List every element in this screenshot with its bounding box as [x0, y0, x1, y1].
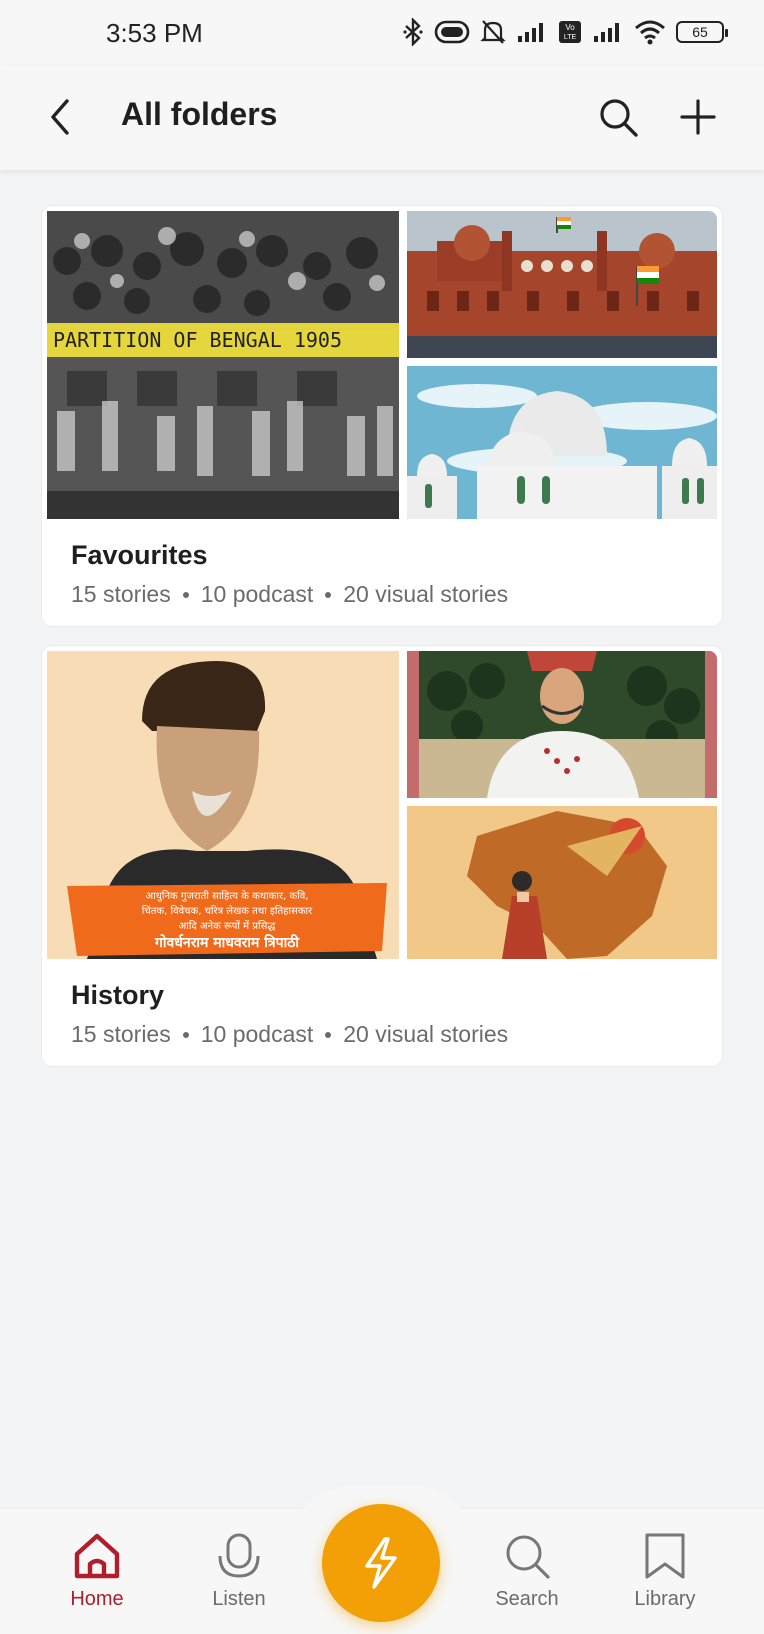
folder-title: History [71, 980, 165, 1010]
separator-dot [182, 591, 189, 598]
folder-stat-podcast: 10 podcast [200, 581, 314, 607]
chevron-left-icon [51, 99, 69, 135]
nav-item-search[interactable]: Search [472, 1532, 582, 1632]
folder-card-history[interactable]: आधुनिक गुजराती साहित्य के कथाकार, कवि, च… [42, 646, 722, 1066]
bookmark-icon [645, 1533, 685, 1579]
plus-icon [680, 99, 716, 135]
volte-icon: Vo LTE [559, 21, 581, 43]
status-time: 3:53 PM [106, 18, 203, 48]
battery-icon: 65 [676, 21, 728, 43]
status-bar: 3:53 PM Vo LTE 65 [0, 0, 764, 66]
folder-stat-visual-stories: 20 visual stories [343, 581, 509, 607]
separator-dot [325, 1031, 332, 1038]
thumbnail-mughal-painting [407, 651, 717, 798]
folder-stats: 15 stories 10 podcast 20 visual stories [71, 1021, 508, 1048]
thumbnail-caption: PARTITION OF BENGAL 1905 [53, 328, 342, 352]
nav-item-library[interactable]: Library [610, 1532, 720, 1632]
folder-stats: 15 stories 10 podcast 20 visual stories [71, 581, 508, 608]
quick-action-button[interactable] [322, 1504, 440, 1622]
signal-icon [518, 23, 543, 42]
svg-text:LTE: LTE [564, 34, 577, 41]
search-icon [506, 1535, 550, 1579]
mute-icon [480, 20, 506, 44]
nav-label-library: Library [634, 1588, 696, 1610]
folder-stat-podcast: 10 podcast [200, 1021, 314, 1047]
bluetooth-icon [403, 18, 423, 46]
folder-title: Favourites [71, 540, 208, 570]
nav-label-listen: Listen [212, 1588, 266, 1610]
battery-level: 65 [692, 24, 708, 40]
nav-label-home: Home [70, 1588, 124, 1610]
status-icons: Vo LTE 65 [402, 18, 728, 46]
separator-dot [182, 1031, 189, 1038]
add-folder-button[interactable] [674, 92, 722, 142]
folder-thumbnails: आधुनिक गुजराती साहित्य के कथाकार, कवि, च… [47, 651, 717, 959]
folder-stat-stories: 15 stories [71, 581, 171, 607]
thumbnail-red-fort [407, 211, 717, 358]
page-title: All folders [121, 96, 278, 132]
thumbnail-caption-line: चिंतक, विवेचक, चरित्र लेखक तथा इतिहासकार [142, 905, 313, 917]
search-button[interactable] [594, 92, 642, 142]
thumbnail-caption-line: आधुनिक गुजराती साहित्य के कथाकार, कवि, [146, 890, 309, 902]
signal-icon [594, 23, 619, 42]
folder-card-favourites[interactable]: PARTITION OF BENGAL 1905 Favourites 15 s… [42, 206, 722, 626]
microphone-icon [218, 1533, 260, 1578]
search-icon [600, 99, 638, 137]
thumbnail-map-illustration [407, 806, 717, 959]
thumbnail-caption-line: आदि अनेक रूपों में प्रसिद्ध [179, 920, 277, 932]
thumbnail-portrait-govardhanram: आधुनिक गुजराती साहित्य के कथाकार, कवि, च… [47, 651, 399, 959]
thumbnail-caption-name: गोवर्धनराम माधवराम त्रिपाठी [154, 934, 300, 951]
thumbnail-partition-photo: PARTITION OF BENGAL 1905 [47, 211, 399, 519]
back-button[interactable] [40, 92, 80, 142]
folder-stat-stories: 15 stories [71, 1021, 171, 1047]
app-bar: All folders [0, 66, 764, 170]
nav-item-listen[interactable]: Listen [184, 1532, 294, 1632]
home-icon [74, 1533, 120, 1579]
separator-dot [325, 591, 332, 598]
data-saver-icon [434, 20, 470, 44]
lightning-icon [365, 1537, 397, 1589]
svg-text:Vo: Vo [565, 23, 575, 32]
nav-item-home[interactable]: Home [42, 1532, 152, 1632]
nav-label-search: Search [495, 1588, 559, 1610]
folder-thumbnails: PARTITION OF BENGAL 1905 [47, 211, 717, 519]
folder-stat-visual-stories: 20 visual stories [343, 1021, 509, 1047]
thumbnail-white-gurdwara [407, 366, 717, 519]
wifi-icon [635, 20, 665, 45]
